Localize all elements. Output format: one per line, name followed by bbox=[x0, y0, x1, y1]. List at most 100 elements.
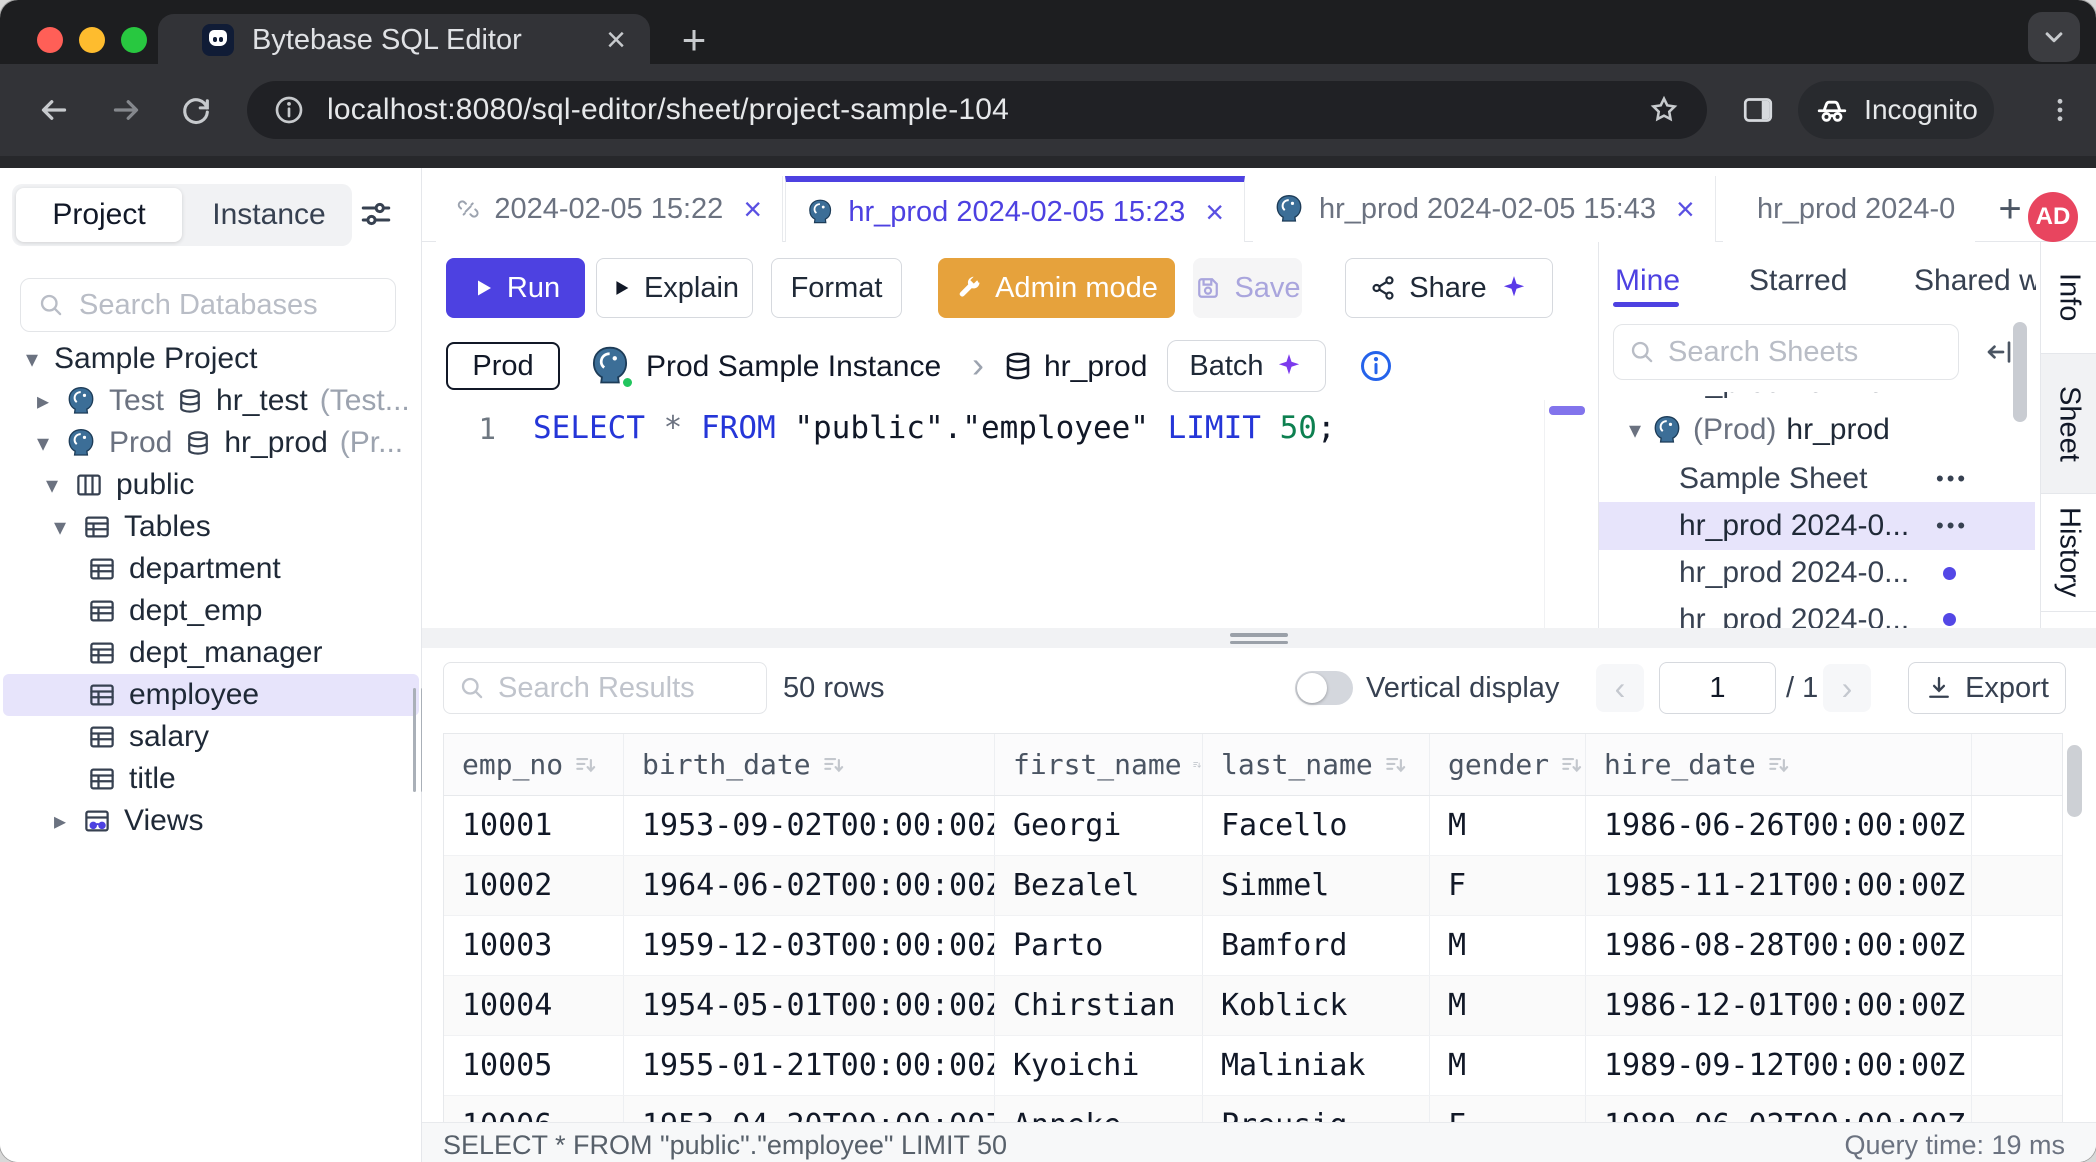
search-results-input[interactable]: Search Results bbox=[443, 662, 767, 714]
search-sheets-input[interactable]: Search Sheets bbox=[1613, 324, 1959, 380]
collapse-panel-button[interactable] bbox=[1983, 336, 2015, 368]
tree-item-hr-prod[interactable]: ▾ Prod hr_prod (Pr... bbox=[0, 422, 422, 464]
export-button[interactable]: Export bbox=[1908, 662, 2066, 714]
caret-down-icon[interactable]: ▾ bbox=[33, 429, 53, 458]
sort-icon[interactable] bbox=[1766, 752, 1792, 778]
column-header-birth-date[interactable]: birth_date bbox=[624, 734, 995, 795]
caret-down-icon[interactable]: ▾ bbox=[1629, 416, 1641, 445]
editor-tab-3[interactable]: hr_prod 2024-02-05 15:43 × bbox=[1253, 176, 1716, 242]
new-tab-button[interactable]: + bbox=[668, 14, 720, 66]
sheet-item-unsaved[interactable]: hr_prod 2024-0... bbox=[1599, 550, 2035, 596]
explain-button[interactable]: Explain bbox=[596, 258, 753, 318]
editor-scrollbar-track[interactable] bbox=[1544, 400, 1545, 628]
tree-item-table-department[interactable]: department bbox=[0, 548, 422, 590]
sheet-list-scrollbar[interactable] bbox=[2013, 322, 2027, 422]
close-icon[interactable]: × bbox=[743, 191, 762, 228]
browser-tab[interactable]: Bytebase SQL Editor × bbox=[158, 14, 650, 66]
table-row[interactable]: 10001 1953-09-02T00:00:00Z Georgi Facell… bbox=[444, 796, 2062, 856]
tab-starred[interactable]: Starred bbox=[1749, 264, 1847, 298]
sheet-item-partial-bottom[interactable]: hr_prod 2024-0... bbox=[1599, 597, 2035, 628]
sql-code-editor[interactable]: 1 SELECT * FROM "public"."employee" LIMI… bbox=[422, 400, 1598, 628]
sheet-menu-icon[interactable]: ••• bbox=[1936, 513, 1968, 539]
column-header-first-name[interactable]: first_name bbox=[995, 734, 1203, 795]
panel-resize-divider[interactable] bbox=[422, 628, 2096, 648]
run-button[interactable]: Run bbox=[446, 258, 585, 318]
reload-button[interactable] bbox=[174, 88, 218, 132]
caret-down-icon[interactable]: ▾ bbox=[42, 471, 62, 500]
close-icon[interactable]: × bbox=[1676, 191, 1695, 228]
close-tab-icon[interactable]: × bbox=[606, 23, 626, 57]
browser-menu-button[interactable] bbox=[2038, 88, 2082, 132]
tree-item-table-title[interactable]: title bbox=[0, 758, 422, 800]
table-row[interactable]: 10003 1959-12-03T00:00:00Z Parto Bamford… bbox=[444, 916, 2062, 976]
side-panel-button[interactable] bbox=[1736, 88, 1780, 132]
caret-right-icon[interactable]: ▸ bbox=[33, 387, 53, 416]
tree-item-tables-group[interactable]: ▾ Tables bbox=[0, 506, 422, 548]
editor-tab-unsaved[interactable]: 2024-02-05 15:22 × bbox=[436, 176, 783, 242]
page-number-input[interactable] bbox=[1659, 662, 1776, 714]
table-row[interactable]: 10002 1964-06-02T00:00:00Z Bezalel Simme… bbox=[444, 856, 2062, 916]
editor-tab-active[interactable]: hr_prod 2024-02-05 15:23 × bbox=[785, 176, 1245, 242]
table-row[interactable]: 10004 1954-05-01T00:00:00Z Chirstian Kob… bbox=[444, 976, 2062, 1036]
back-button[interactable] bbox=[32, 88, 76, 132]
bookmark-star-icon[interactable] bbox=[1647, 93, 1681, 127]
tab-mine[interactable]: Mine bbox=[1615, 264, 1680, 298]
column-header-emp-no[interactable]: emp_no bbox=[444, 734, 624, 795]
sort-icon[interactable] bbox=[821, 752, 847, 778]
tab-shared-with-me[interactable]: Shared w bbox=[1914, 264, 2036, 298]
caret-right-icon[interactable]: ▸ bbox=[50, 807, 70, 836]
tree-item-table-dept-manager[interactable]: dept_manager bbox=[0, 632, 422, 674]
address-bar[interactable]: localhost:8080/sql-editor/sheet/project-… bbox=[247, 81, 1707, 139]
save-button-disabled[interactable]: Save bbox=[1193, 258, 1302, 318]
tree-item-views-group[interactable]: ▸ Views bbox=[0, 800, 422, 842]
editor-tab-4-truncated[interactable]: hr_prod 2024-0 bbox=[1723, 176, 1975, 242]
sidebar-filter-button[interactable] bbox=[358, 196, 394, 232]
column-header-hire-date[interactable]: hire_date bbox=[1586, 734, 1972, 795]
column-header-gender[interactable]: gender bbox=[1430, 734, 1586, 795]
sort-icon[interactable] bbox=[1192, 752, 1202, 778]
table-row[interactable]: 10005 1955-01-21T00:00:00Z Kyoichi Malin… bbox=[444, 1036, 2062, 1096]
caret-down-icon[interactable]: ▾ bbox=[50, 513, 70, 542]
add-sheet-button[interactable]: + bbox=[1988, 184, 2032, 234]
admin-mode-button[interactable]: Admin mode bbox=[938, 258, 1175, 318]
format-button[interactable]: Format bbox=[771, 258, 902, 318]
table-scrollbar[interactable] bbox=[2067, 745, 2082, 817]
site-info-icon[interactable] bbox=[273, 94, 305, 126]
ai-sparkle-icon[interactable] bbox=[1499, 273, 1529, 303]
sort-icon[interactable] bbox=[573, 752, 599, 778]
tree-item-table-salary[interactable]: salary bbox=[0, 716, 422, 758]
vertical-display-toggle[interactable] bbox=[1295, 671, 1353, 705]
zoom-window-button[interactable] bbox=[121, 27, 147, 53]
sheet-item-selected[interactable]: hr_prod 2024-0... ••• bbox=[1599, 502, 2035, 550]
close-icon[interactable]: × bbox=[1205, 194, 1224, 231]
user-avatar[interactable]: AD bbox=[2028, 192, 2078, 242]
column-header-last-name[interactable]: last_name bbox=[1203, 734, 1430, 795]
tab-project[interactable]: Project bbox=[16, 188, 182, 242]
sheet-item-sample-sheet[interactable]: Sample Sheet ••• bbox=[1599, 456, 2035, 502]
sort-icon[interactable] bbox=[1383, 752, 1409, 778]
database-name[interactable]: hr_prod bbox=[1044, 350, 1147, 384]
next-page-button[interactable]: › bbox=[1823, 664, 1871, 712]
sheet-menu-icon[interactable]: ••• bbox=[1936, 466, 1968, 492]
connection-info-button[interactable] bbox=[1358, 348, 1394, 384]
table-row-partial[interactable]: 10006 1953-04-20T00:00:00Z Anneke Preusi… bbox=[444, 1096, 2062, 1122]
tab-history[interactable]: History bbox=[2041, 494, 2096, 612]
instance-name[interactable]: Prod Sample Instance bbox=[646, 350, 941, 384]
tab-sheet-active[interactable]: Sheet bbox=[2041, 354, 2096, 494]
share-button[interactable]: Share bbox=[1345, 258, 1553, 318]
tree-item-table-employee-selected[interactable]: employee bbox=[3, 674, 419, 716]
minimize-window-button[interactable] bbox=[79, 27, 105, 53]
prev-page-button[interactable]: ‹ bbox=[1596, 664, 1644, 712]
caret-down-icon[interactable]: ▾ bbox=[22, 345, 42, 374]
forward-button[interactable] bbox=[104, 88, 148, 132]
sheet-item-partial-top[interactable]: hr_prod 2024-0... bbox=[1599, 392, 2035, 404]
batch-button[interactable]: Batch bbox=[1167, 340, 1326, 392]
tab-search-button[interactable] bbox=[2028, 12, 2080, 62]
search-databases-input[interactable]: Search Databases bbox=[20, 278, 396, 332]
close-window-button[interactable] bbox=[37, 27, 63, 53]
tree-item-table-dept-emp[interactable]: dept_emp bbox=[0, 590, 422, 632]
tree-item-hr-test[interactable]: ▸ Test hr_test (Test... bbox=[0, 380, 422, 422]
tab-instance[interactable]: Instance bbox=[186, 184, 352, 246]
tree-item-sample-project[interactable]: ▾ Sample Project bbox=[0, 338, 422, 380]
tab-info[interactable]: Info bbox=[2041, 242, 2096, 354]
